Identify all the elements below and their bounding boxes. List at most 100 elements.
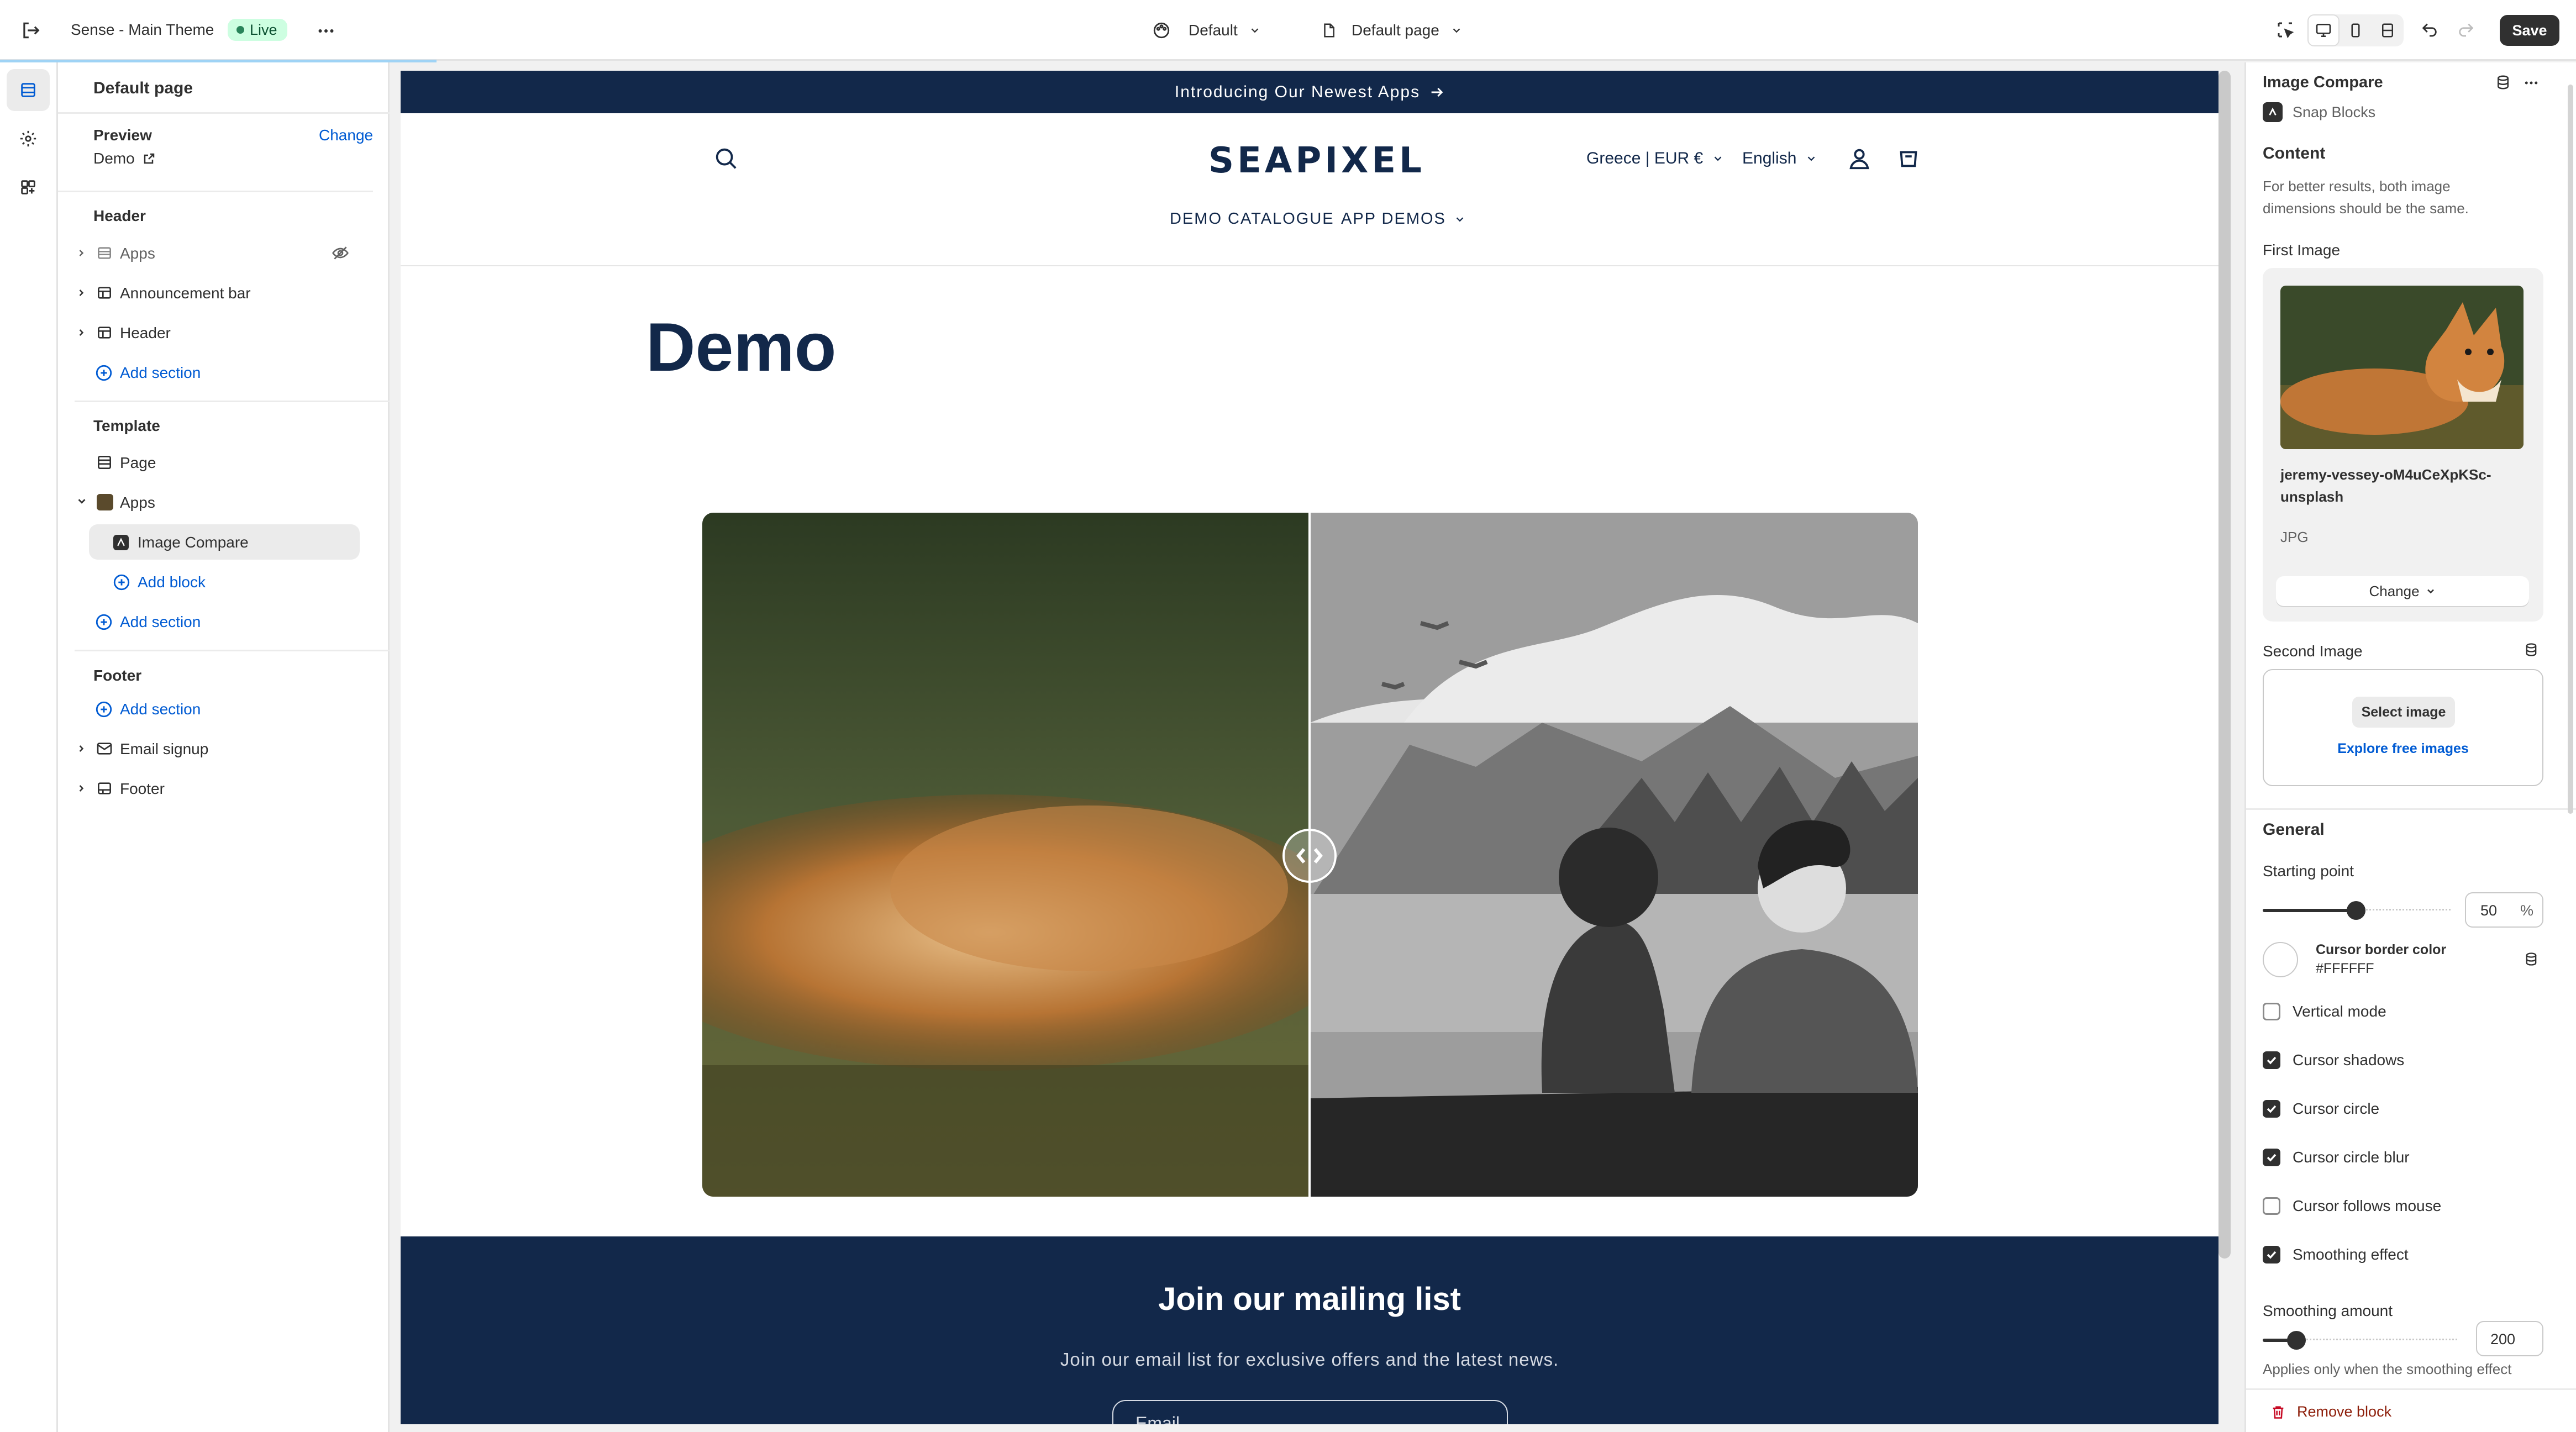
fullscreen-view-icon[interactable] <box>2372 14 2404 46</box>
starting-point-value: 50 <box>2480 902 2498 919</box>
announcement-bar[interactable]: Introducing Our Newest Apps <box>401 71 2218 113</box>
sidebar-item-header[interactable]: Header <box>58 315 390 350</box>
plus-circle-icon <box>94 364 113 382</box>
header-group-title: Header <box>93 207 146 224</box>
content-help-line: dimensions should be the same. <box>2263 200 2469 217</box>
checkbox[interactable] <box>2263 1100 2280 1118</box>
compare-handle[interactable] <box>1282 829 1337 883</box>
starting-point-thumb[interactable] <box>2347 901 2365 920</box>
account-icon[interactable] <box>1847 146 1872 171</box>
dynamic-source-icon[interactable] <box>2524 641 2539 658</box>
add-section-template[interactable]: Add section <box>58 604 390 639</box>
theme-settings-icon[interactable] <box>7 118 50 160</box>
more-actions-icon[interactable] <box>2521 75 2541 91</box>
theme-select[interactable]: Default <box>1152 18 1261 43</box>
checkbox-row[interactable]: Cursor follows mouse <box>2263 1189 2441 1223</box>
sections-icon[interactable] <box>7 69 50 111</box>
save-button[interactable]: Save <box>2500 15 2559 46</box>
inspector-icon[interactable] <box>2275 20 2295 40</box>
sidebar-item-label: Page <box>120 454 156 471</box>
checkbox-row[interactable]: Cursor circle <box>2263 1092 2379 1125</box>
dynamic-source-icon[interactable] <box>2495 73 2511 91</box>
email-input[interactable]: Email <box>1112 1400 1508 1424</box>
chevron-right-icon[interactable] <box>76 326 87 339</box>
smoothing-thumb[interactable] <box>2287 1331 2306 1350</box>
chevron-down-icon <box>2427 589 2434 594</box>
smoothing-input[interactable]: 200 <box>2476 1321 2543 1356</box>
country-select-label: Greece | EUR € <box>1586 149 1704 167</box>
checkbox[interactable] <box>2263 1197 2280 1215</box>
cursor-border-color-swatch[interactable] <box>2263 942 2298 977</box>
sidebar-item-image-compare[interactable]: Image Compare <box>89 524 360 560</box>
remove-block-button[interactable]: Remove block <box>2270 1403 2391 1420</box>
sidebar-item-apps-template[interactable]: Apps <box>58 485 390 520</box>
first-image-label: First Image <box>2263 241 2341 259</box>
sidebar-item-announcement-bar[interactable]: Announcement bar <box>58 275 390 310</box>
demo-link[interactable]: Demo <box>93 150 156 167</box>
checkbox-row[interactable]: Cursor shadows <box>2263 1044 2404 1077</box>
checkbox[interactable] <box>2263 1051 2280 1069</box>
trash-icon <box>2273 1405 2284 1419</box>
checkbox-label: Cursor circle blur <box>2293 1149 2410 1166</box>
checkbox[interactable] <box>2263 1003 2280 1020</box>
arrow-right-icon <box>1431 87 1443 97</box>
cursor-border-label: Cursor border color <box>2316 942 2447 957</box>
checkbox-row[interactable]: Cursor circle blur <box>2263 1141 2410 1174</box>
country-select[interactable]: Greece | EUR € <box>1586 149 1724 168</box>
chevron-right-icon[interactable] <box>76 286 87 299</box>
divider <box>58 191 373 192</box>
sidebar-item-apps-header[interactable]: Apps <box>58 235 390 271</box>
undo-icon[interactable] <box>2420 21 2439 40</box>
add-section-footer[interactable]: Add section <box>58 691 390 726</box>
checkbox[interactable] <box>2263 1246 2280 1263</box>
language-select[interactable]: English <box>1742 149 1817 168</box>
preview-scrollbar[interactable] <box>2218 71 2231 1259</box>
add-section-header[interactable]: Add section <box>58 355 390 390</box>
page-select[interactable]: Default page <box>1321 18 1463 43</box>
cart-icon[interactable] <box>1896 145 1921 170</box>
add-block[interactable]: Add block <box>58 564 390 599</box>
chevron-right-icon[interactable] <box>76 742 87 755</box>
desktop-view-icon[interactable] <box>2307 14 2340 46</box>
dynamic-source-icon[interactable] <box>2524 951 2539 967</box>
template-group-title: Template <box>93 417 160 434</box>
nav-demo-catalogue[interactable]: DEMO CATALOGUE <box>1170 210 1334 228</box>
select-image-button[interactable]: Select image <box>2352 697 2455 728</box>
sidebar-item-email-signup[interactable]: Email signup <box>58 731 390 766</box>
more-actions-icon[interactable] <box>315 21 337 41</box>
checkbox[interactable] <box>2263 1149 2280 1166</box>
second-image-dropzone[interactable]: Select image Explore free images <box>2263 669 2543 786</box>
mobile-view-icon[interactable] <box>2340 14 2372 46</box>
hidden-eye-icon[interactable] <box>331 244 350 262</box>
panel-scrollbar[interactable] <box>2568 62 2574 1383</box>
first-image-type: JPG <box>2280 529 2309 545</box>
snap-blocks-icon <box>2263 102 2283 122</box>
explore-images-link[interactable]: Explore free images <box>2264 741 2542 757</box>
checkbox-row[interactable]: Smoothing effect <box>2263 1238 2409 1271</box>
section-icon <box>96 324 113 341</box>
image-compare[interactable] <box>702 513 1918 1197</box>
filename-line: jeremy-vessey-oM4uCeXpKSc- <box>2280 466 2491 483</box>
sections-panel: Default page Preview Change Demo Header … <box>58 62 390 1432</box>
sidebar-item-page[interactable]: Page <box>58 445 390 480</box>
chevron-right-icon[interactable] <box>76 246 87 260</box>
redo-icon[interactable] <box>2457 21 2475 40</box>
starting-point-input[interactable]: 50 % <box>2465 892 2543 928</box>
change-preview-link[interactable]: Change <box>319 127 373 144</box>
search-icon[interactable] <box>713 146 739 171</box>
nav-app-demos[interactable]: APP DEMOS <box>1341 210 1466 228</box>
chevron-down-icon[interactable] <box>76 494 88 508</box>
checkbox-row[interactable]: Vertical mode <box>2263 995 2386 1028</box>
sidebar-item-footer[interactable]: Footer <box>58 771 390 806</box>
store-logo[interactable]: SEAPIXEL <box>1208 140 1425 181</box>
section-icon <box>96 284 113 302</box>
chevron-right-icon[interactable] <box>76 782 87 795</box>
smoothing-help: Applies only when the smoothing effect <box>2263 1361 2512 1377</box>
sidebar-item-label: Announcement bar <box>120 285 251 302</box>
exit-icon[interactable] <box>20 20 41 41</box>
app-embeds-icon[interactable] <box>7 166 50 208</box>
starting-point-unit: % <box>2520 902 2534 919</box>
checkmark-icon <box>2267 1105 2277 1113</box>
fox-thumbnail[interactable] <box>2280 286 2524 449</box>
change-image-button[interactable]: Change <box>2276 576 2529 606</box>
